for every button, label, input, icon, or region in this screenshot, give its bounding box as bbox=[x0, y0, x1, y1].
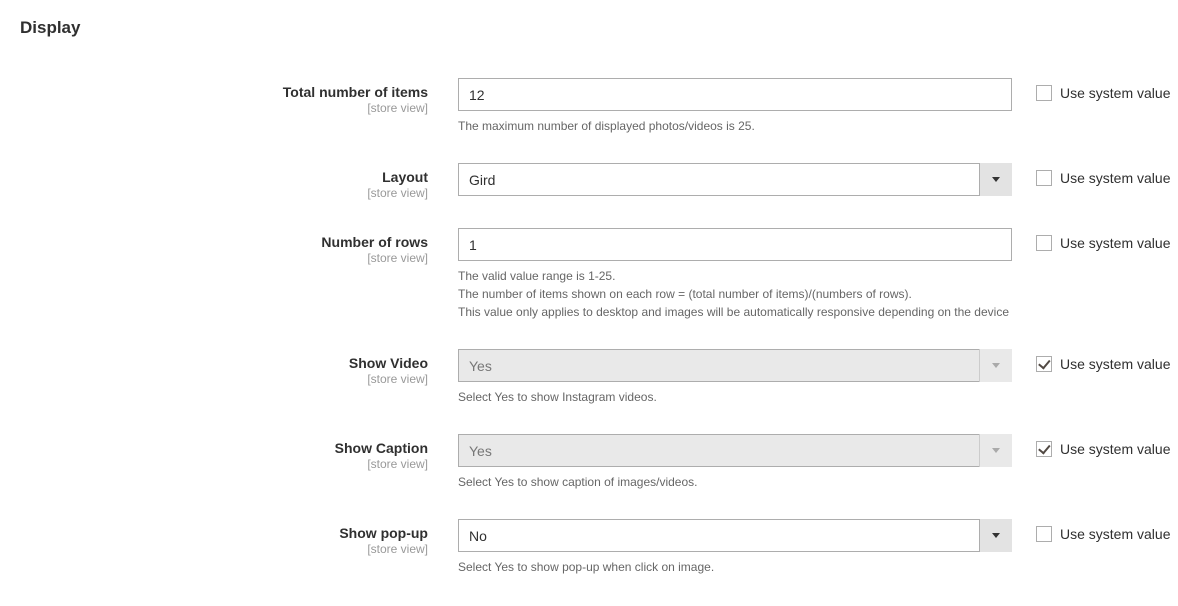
label-col: Show Video [store view] bbox=[20, 349, 458, 386]
field-label: Number of rows bbox=[20, 234, 428, 250]
use-system-col: Use system value bbox=[1012, 519, 1170, 542]
use-system-col: Use system value bbox=[1012, 163, 1170, 186]
field-col: Yes Select Yes to show caption of images… bbox=[458, 434, 1012, 491]
field-row-total-items: Total number of items [store view] The m… bbox=[20, 78, 1168, 135]
scope-label: [store view] bbox=[20, 457, 428, 471]
use-system-checkbox[interactable] bbox=[1036, 526, 1052, 542]
chevron-down-icon bbox=[979, 434, 1012, 467]
field-row-rows: Number of rows [store view] The valid va… bbox=[20, 228, 1168, 321]
field-col: The valid value range is 1-25. The numbe… bbox=[458, 228, 1012, 321]
use-system-label: Use system value bbox=[1060, 170, 1170, 186]
use-system-checkbox[interactable] bbox=[1036, 441, 1052, 457]
layout-select[interactable]: Gird bbox=[458, 163, 1012, 196]
rows-input[interactable] bbox=[458, 228, 1012, 261]
use-system-col: Use system value bbox=[1012, 349, 1170, 372]
field-label: Show Caption bbox=[20, 440, 428, 456]
select-value: Yes bbox=[469, 443, 492, 459]
scope-label: [store view] bbox=[20, 542, 428, 556]
scope-label: [store view] bbox=[20, 101, 428, 115]
show-video-select: Yes bbox=[458, 349, 1012, 382]
use-system-label: Use system value bbox=[1060, 235, 1170, 251]
field-row-show-caption: Show Caption [store view] Yes Select Yes… bbox=[20, 434, 1168, 491]
chevron-down-icon bbox=[979, 519, 1012, 552]
select-value: Gird bbox=[469, 172, 495, 188]
use-system-label: Use system value bbox=[1060, 526, 1170, 542]
chevron-down-icon bbox=[979, 349, 1012, 382]
select-value: Yes bbox=[469, 358, 492, 374]
field-label: Total number of items bbox=[20, 84, 428, 100]
scope-label: [store view] bbox=[20, 372, 428, 386]
scope-label: [store view] bbox=[20, 251, 428, 265]
field-note: The maximum number of displayed photos/v… bbox=[458, 117, 1012, 135]
use-system-checkbox[interactable] bbox=[1036, 85, 1052, 101]
chevron-down-icon bbox=[979, 163, 1012, 196]
field-col: The maximum number of displayed photos/v… bbox=[458, 78, 1012, 135]
use-system-checkbox[interactable] bbox=[1036, 170, 1052, 186]
use-system-col: Use system value bbox=[1012, 78, 1170, 101]
field-note: Select Yes to show caption of images/vid… bbox=[458, 473, 1012, 491]
use-system-col: Use system value bbox=[1012, 228, 1170, 251]
label-col: Layout [store view] bbox=[20, 163, 458, 200]
label-col: Show pop-up [store view] bbox=[20, 519, 458, 556]
use-system-checkbox[interactable] bbox=[1036, 356, 1052, 372]
show-popup-select[interactable]: No bbox=[458, 519, 1012, 552]
field-label: Show pop-up bbox=[20, 525, 428, 541]
total-items-input[interactable] bbox=[458, 78, 1012, 111]
field-col: Gird bbox=[458, 163, 1012, 196]
use-system-label: Use system value bbox=[1060, 85, 1170, 101]
field-note: The valid value range is 1-25. The numbe… bbox=[458, 267, 1012, 321]
field-note: Select Yes to show pop-up when click on … bbox=[458, 558, 1012, 576]
use-system-label: Use system value bbox=[1060, 356, 1170, 372]
select-value: No bbox=[469, 528, 487, 544]
field-label: Layout bbox=[20, 169, 428, 185]
show-caption-select: Yes bbox=[458, 434, 1012, 467]
label-col: Total number of items [store view] bbox=[20, 78, 458, 115]
use-system-checkbox[interactable] bbox=[1036, 235, 1052, 251]
field-note: Select Yes to show Instagram videos. bbox=[458, 388, 1012, 406]
label-col: Show Caption [store view] bbox=[20, 434, 458, 471]
field-row-show-popup: Show pop-up [store view] No Select Yes t… bbox=[20, 519, 1168, 576]
field-col: No Select Yes to show pop-up when click … bbox=[458, 519, 1012, 576]
field-col: Yes Select Yes to show Instagram videos. bbox=[458, 349, 1012, 406]
section-title: Display bbox=[20, 18, 1168, 38]
label-col: Number of rows [store view] bbox=[20, 228, 458, 265]
use-system-label: Use system value bbox=[1060, 441, 1170, 457]
field-label: Show Video bbox=[20, 355, 428, 371]
use-system-col: Use system value bbox=[1012, 434, 1170, 457]
field-row-layout: Layout [store view] Gird Use system valu… bbox=[20, 163, 1168, 200]
field-row-show-video: Show Video [store view] Yes Select Yes t… bbox=[20, 349, 1168, 406]
scope-label: [store view] bbox=[20, 186, 428, 200]
